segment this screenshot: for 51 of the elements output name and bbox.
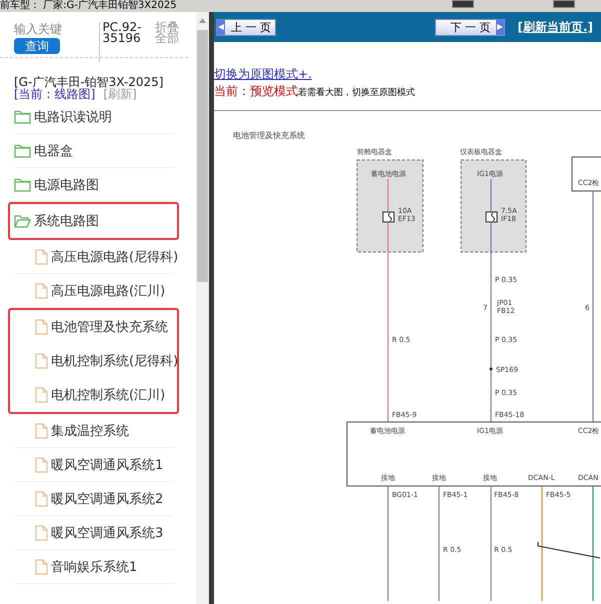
- right-arrow-icon: [497, 24, 504, 30]
- tree-item[interactable]: 暖风空调通风系统3: [35, 522, 164, 544]
- tree-item[interactable]: 集成温控系统: [35, 420, 129, 442]
- current-mode-label: 当前：预览模式: [214, 83, 298, 100]
- document-icon: [35, 490, 48, 506]
- tree-item[interactable]: 电池管理及快充系统: [35, 316, 168, 338]
- document-icon: [35, 422, 48, 438]
- fuse-icon: [382, 212, 394, 222]
- tree-item[interactable]: 电器盒: [14, 140, 73, 162]
- part-code: PC.92-35196: [99, 22, 151, 62]
- mode-hint: 若需看大图，切换至原图模式: [298, 86, 415, 99]
- previous-page-button[interactable]: 上 一 页: [216, 18, 276, 36]
- folder-icon: [14, 144, 31, 158]
- document-icon: [35, 456, 48, 472]
- document-icon: [35, 524, 48, 540]
- document-icon: [35, 319, 48, 335]
- toolbar-icon[interactable]: [553, 0, 575, 8]
- refresh-page-link[interactable]: [刷新当前页.]: [517, 18, 593, 36]
- toolbar-icon[interactable]: [452, 0, 474, 8]
- scroll-up-icon[interactable]: [199, 18, 206, 23]
- tree-item[interactable]: 电源电路图: [14, 174, 99, 196]
- original-mode-link[interactable]: 切换为原图模式+.: [214, 66, 312, 83]
- document-icon: [35, 248, 48, 264]
- tree-item[interactable]: 高压电源电路(汇川): [35, 280, 166, 302]
- fuse-icon: [486, 212, 498, 222]
- current-view-link[interactable]: [当前：线路图]: [14, 88, 96, 100]
- tree-item[interactable]: 电机控制系统(汇川): [35, 384, 166, 406]
- left-arrow-icon: [218, 24, 224, 30]
- tree-item[interactable]: 电机控制系统(尼得科): [35, 350, 178, 372]
- scrollbar[interactable]: [196, 12, 209, 604]
- tree-item[interactable]: 暖风空调通风系统2: [35, 488, 164, 510]
- document-icon: [35, 558, 48, 574]
- document-icon: [35, 353, 48, 369]
- model-name: [G-广汽丰田-铂智3X-2025]: [14, 76, 164, 88]
- tree-item[interactable]: 暖风空调通风系统1: [35, 454, 164, 476]
- tree-item[interactable]: 系统电路图: [14, 210, 99, 232]
- tree-item[interactable]: 高压电源电路(尼得科): [35, 246, 178, 268]
- document-icon: [35, 387, 48, 403]
- document-icon: [35, 282, 48, 298]
- scrollbar-thumb[interactable]: [197, 30, 208, 282]
- tree-item[interactable]: 音响娱乐系统1: [35, 556, 138, 578]
- folder-icon: [14, 110, 31, 124]
- next-page-button[interactable]: 下 一 页: [435, 18, 506, 36]
- twisted-pair-line: [538, 542, 600, 558]
- open-folder-icon: [14, 214, 31, 228]
- folder-icon: [14, 178, 31, 192]
- diagram-title: 电池管理及快充系统: [233, 131, 305, 140]
- tree-item[interactable]: 电路识读说明: [14, 106, 112, 128]
- splice-dot: [490, 368, 492, 370]
- search-button[interactable]: 查询: [14, 38, 60, 54]
- keyword-label: 输入关键: [14, 22, 63, 36]
